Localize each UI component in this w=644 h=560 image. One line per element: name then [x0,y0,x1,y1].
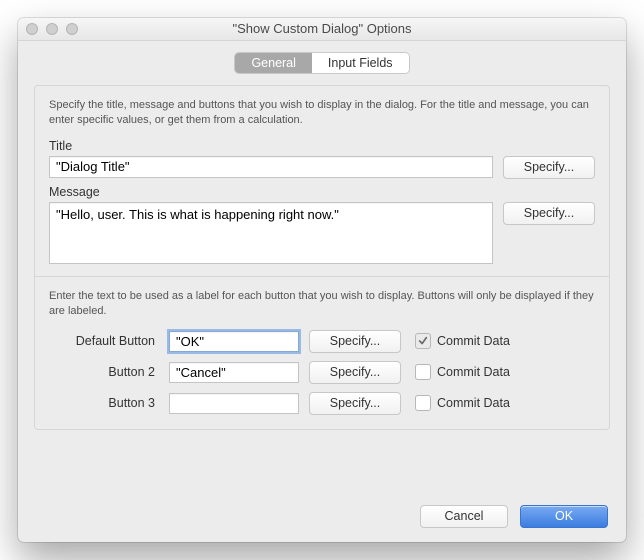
tab-bar: General Input Fields [18,53,626,73]
title-specify-button[interactable]: Specify... [503,156,595,179]
message-input[interactable]: "Hello, user. This is what is happening … [49,202,493,264]
commit-label: Commit Data [437,334,510,348]
close-icon[interactable] [26,23,38,35]
window-controls [26,23,78,35]
row-label: Button 2 [49,365,159,379]
button2-commit-checkbox[interactable] [415,364,431,380]
window-title: "Show Custom Dialog" Options [232,21,411,36]
buttons-grid: Default Button Specify... Commit Data Bu… [49,330,595,415]
title-label: Title [49,139,595,153]
ok-button[interactable]: OK [520,505,608,528]
button3-specify[interactable]: Specify... [309,392,401,415]
default-button-specify[interactable]: Specify... [309,330,401,353]
minimize-icon[interactable] [46,23,58,35]
help-text-top: Specify the title, message and buttons t… [49,98,595,129]
row-label: Default Button [49,334,159,348]
message-label: Message [49,185,595,199]
message-specify-button[interactable]: Specify... [503,202,595,225]
row-label: Button 3 [49,396,159,410]
title-input[interactable] [49,156,493,178]
commit-label: Commit Data [437,365,510,379]
check-icon [418,336,428,346]
button2-specify[interactable]: Specify... [309,361,401,384]
button2-input[interactable] [169,362,299,383]
button3-input[interactable] [169,393,299,414]
zoom-icon[interactable] [66,23,78,35]
button3-commit-checkbox[interactable] [415,395,431,411]
dialog-footer: Cancel OK [420,505,608,528]
content-panel: Specify the title, message and buttons t… [34,85,610,430]
default-button-input[interactable] [169,331,299,352]
help-text-buttons: Enter the text to be used as a label for… [49,289,595,320]
commit-label: Commit Data [437,396,510,410]
titlebar: "Show Custom Dialog" Options [18,18,626,41]
tab-input-fields[interactable]: Input Fields [312,53,409,73]
cancel-button[interactable]: Cancel [420,505,508,528]
dialog-window: "Show Custom Dialog" Options General Inp… [18,18,626,542]
tab-general[interactable]: General [235,53,311,73]
default-button-commit-checkbox[interactable] [415,333,431,349]
